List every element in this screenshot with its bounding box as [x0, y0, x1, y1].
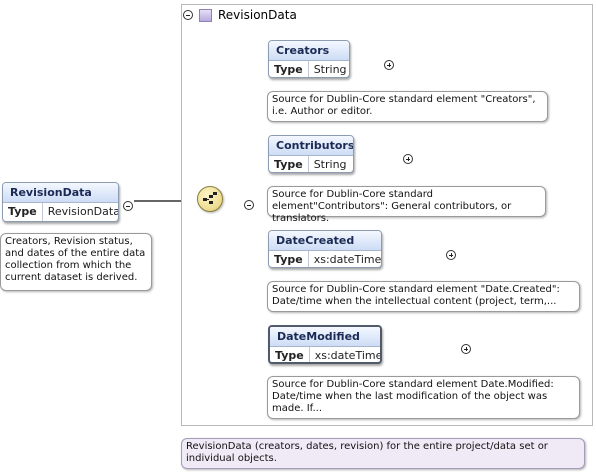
complex-type-documentation: RevisionData (creators, dates, revision)… [181, 438, 585, 469]
type-label: Type [3, 203, 43, 221]
type-value: String [313, 63, 347, 76]
element-name: DateCreated [269, 231, 381, 251]
type-row: Type String [269, 156, 353, 172]
root-type-row: Type RevisionData [3, 203, 118, 221]
type-row: Type String [269, 61, 349, 77]
type-value: RevisionData [47, 205, 119, 218]
sequence-glyph [203, 192, 217, 204]
sequence-compositor-icon[interactable] [197, 186, 223, 212]
type-label: Type [269, 156, 309, 172]
element-documentation: Source for Dublin-Core standard element … [267, 91, 548, 122]
element-documentation: Source for Dublin-Core standard element … [267, 376, 580, 419]
type-label: Type [270, 347, 310, 362]
element-documentation: Source for Dublin-Core standard element … [267, 281, 580, 312]
root-element-box[interactable]: RevisionData Type RevisionData [2, 182, 119, 222]
type-label: Type [269, 61, 309, 77]
root-documentation: Creators, Revision status, and dates of … [0, 233, 152, 291]
element-name: Contributors [269, 136, 353, 156]
element-contributors[interactable]: Contributors Type String [268, 135, 354, 173]
element-documentation: Source for Dublin-Core standard element"… [267, 186, 546, 224]
type-value: xs:dateTime [313, 253, 382, 266]
minus-circle-icon[interactable] [183, 10, 193, 20]
type-value: String [313, 158, 347, 171]
type-value: xs:dateTime [314, 349, 382, 362]
element-datecreated[interactable]: DateCreated Type xs:dateTime [268, 230, 382, 268]
element-datemodified[interactable]: DateModified Type xs:dateTime [268, 325, 382, 364]
minus-circle-icon[interactable] [123, 201, 133, 211]
element-creators[interactable]: Creators Type String [268, 40, 350, 78]
complex-type-name: RevisionData [218, 8, 297, 22]
type-row: Type xs:dateTime [270, 347, 382, 362]
type-label: Type [269, 251, 309, 267]
complex-type-icon [199, 8, 212, 22]
element-name: DateModified [270, 327, 380, 347]
type-row: Type xs:dateTime [269, 251, 382, 267]
complex-type-header: RevisionData [183, 6, 297, 24]
root-element-name: RevisionData [3, 183, 118, 203]
element-name: Creators [269, 41, 349, 61]
